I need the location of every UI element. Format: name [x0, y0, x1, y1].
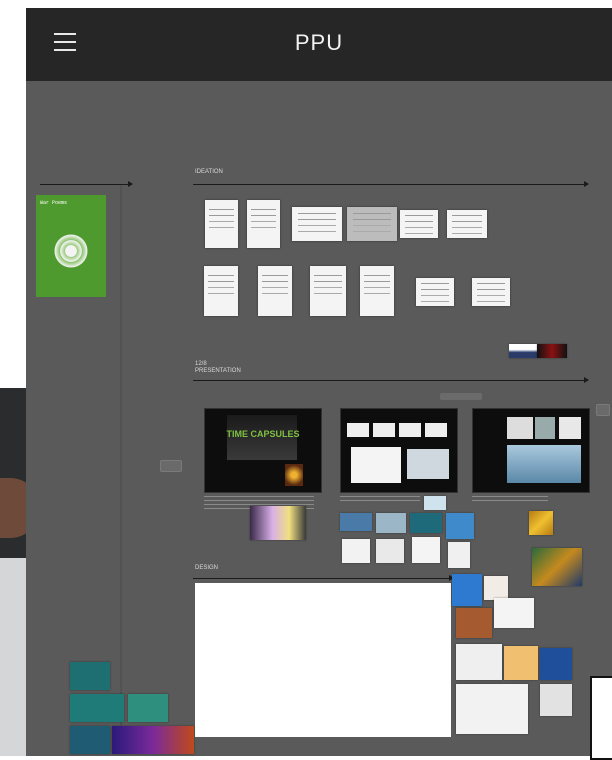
ideation-thumbnail-1[interactable] — [509, 344, 537, 358]
presentation-thumbnail-1[interactable] — [424, 496, 446, 510]
design-thumbnail-9[interactable] — [540, 684, 572, 716]
column-divider — [120, 185, 122, 745]
bottom-thumbnail-4[interactable] — [70, 726, 110, 754]
ideation-card-2[interactable] — [247, 200, 280, 248]
design-arrow — [193, 575, 454, 581]
design-thumbnail-5[interactable] — [456, 644, 502, 680]
design-thumbnail-4[interactable] — [494, 598, 534, 628]
design-thumbnail-2[interactable] — [484, 576, 508, 600]
ideation-card-11[interactable] — [416, 278, 454, 306]
design-thumbnail-7[interactable] — [540, 648, 572, 680]
bottom-thumbnail-2[interactable] — [70, 694, 124, 722]
ideation-thumbnail-2[interactable] — [537, 344, 567, 358]
ideation-card-9[interactable] — [310, 266, 346, 316]
bottom-thumbnail-1[interactable] — [70, 662, 110, 690]
section-label-design: DESIGN — [195, 565, 219, 571]
corner-frame — [590, 676, 612, 760]
bottom-thumbnail-3[interactable] — [128, 694, 168, 722]
design-thumbnail-1[interactable] — [452, 574, 482, 606]
bottom-thumbnail-5[interactable] — [112, 726, 194, 754]
design-thumbnail-6[interactable] — [504, 646, 538, 680]
ideation-card-12[interactable] — [472, 278, 510, 306]
presentation-thumbnail-11[interactable] — [532, 548, 582, 586]
slide-2-box-4 — [425, 423, 447, 437]
war-poems-poster[interactable]: War Poems — [36, 195, 106, 297]
presentation-thumbnail-4[interactable] — [410, 513, 442, 533]
ideation-card-5[interactable] — [400, 210, 438, 238]
slide-3-notes — [472, 496, 548, 504]
design-white-panel[interactable] — [195, 583, 451, 737]
presentation-thumbnail-10[interactable] — [448, 542, 470, 568]
ideation-card-4[interactable] — [347, 207, 397, 241]
slide-fire-image — [285, 464, 303, 486]
presentation-thumbnail-6[interactable] — [529, 511, 553, 535]
presentation-button[interactable] — [440, 393, 482, 400]
slide-3-photo-2 — [535, 417, 555, 439]
slide-title: TIME CAPSULES — [226, 429, 300, 439]
ideation-card-6[interactable] — [447, 210, 487, 238]
poster-label: War Poems — [40, 200, 68, 206]
phone-mockups-image[interactable] — [250, 506, 306, 540]
design-thumbnail-8[interactable] — [456, 684, 528, 734]
presentation-thumbnail-8[interactable] — [376, 539, 404, 563]
slide-2-notes — [340, 496, 420, 504]
presentation-thumbnail-5[interactable] — [446, 513, 474, 539]
design-thumbnail-3[interactable] — [456, 608, 492, 638]
slide-3-scene — [507, 445, 581, 483]
ideation-arrow — [193, 181, 589, 187]
ideation-card-10[interactable] — [360, 266, 394, 316]
presentation-slide-3[interactable] — [472, 408, 590, 493]
slide-2-box-1 — [347, 423, 369, 437]
presentation-thumbnail-7[interactable] — [342, 539, 370, 563]
ideation-card-1[interactable] — [205, 200, 238, 248]
presentation-thumbnail-2[interactable] — [340, 513, 372, 531]
presentation-slide-1[interactable]: TIME CAPSULES — [204, 408, 322, 493]
slide-2-box-3 — [399, 423, 421, 437]
page-title: PPU — [294, 30, 344, 55]
ideation-card-7[interactable] — [204, 266, 238, 316]
presentation-slide-2[interactable] — [340, 408, 458, 493]
presentation-arrow — [193, 377, 589, 383]
right-nav-handle[interactable] — [596, 404, 610, 416]
slide-2-sketch — [351, 447, 401, 483]
section-label-presentation: 12/8 PRESENTATION — [195, 361, 241, 374]
left-nav-handle[interactable] — [160, 460, 182, 472]
presentation-thumbnail-9[interactable] — [412, 537, 440, 563]
grenade-image — [54, 225, 88, 277]
slide-3-photo-1 — [507, 417, 533, 439]
ideation-card-3[interactable] — [292, 207, 342, 241]
presentation-thumbnail-3[interactable] — [376, 513, 406, 533]
ideation-card-8[interactable] — [258, 266, 292, 316]
slide-2-diagram — [407, 449, 449, 479]
left-timeline-arrow — [40, 181, 133, 187]
slide-2-box-2 — [373, 423, 395, 437]
slide-3-photo-3 — [559, 417, 581, 439]
top-bar: PPU — [26, 8, 612, 81]
section-label-ideation: IDEATION — [195, 169, 223, 175]
